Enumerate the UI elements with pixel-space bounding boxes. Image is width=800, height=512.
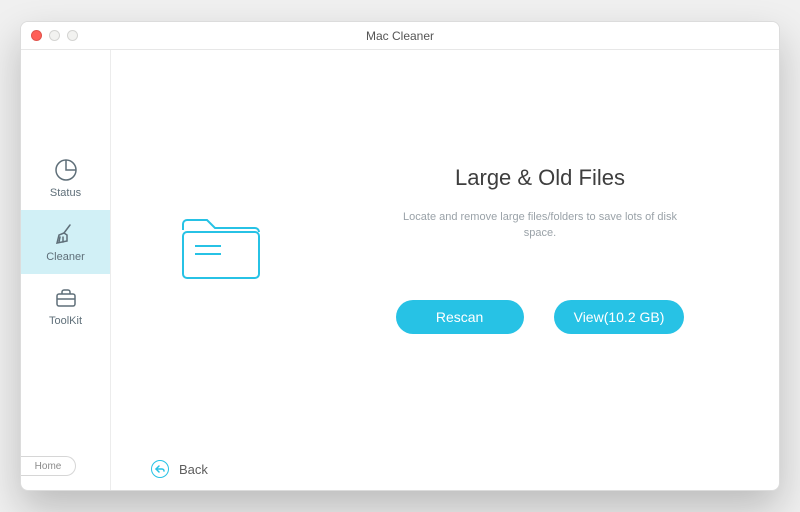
sidebar-item-status[interactable]: Status [21,146,110,210]
sidebar-item-cleaner[interactable]: Cleaner [21,210,110,274]
footer-nav: Back [111,448,779,490]
back-button[interactable]: Back [179,462,208,477]
folder-icon [177,214,265,284]
stage: Large & Old Files Locate and remove larg… [111,50,779,448]
page-description: Locate and remove large files/folders to… [400,209,680,242]
briefcase-icon [53,285,79,311]
home-label: Home [35,461,62,472]
window-title: Mac Cleaner [366,29,434,43]
info-column: Large & Old Files Locate and remove larg… [331,50,779,448]
traffic-lights [31,30,78,41]
sidebar: Status Cleaner [21,50,111,490]
zoom-icon[interactable] [67,30,78,41]
sidebar-item-label: Status [50,187,81,199]
sidebar-item-label: ToolKit [49,315,82,327]
pie-chart-icon [53,157,79,183]
page-title: Large & Old Files [455,165,625,191]
sidebar-item-label: Cleaner [46,251,85,263]
back-icon[interactable] [151,460,169,478]
app-body: Status Cleaner [21,50,779,490]
titlebar: Mac Cleaner [21,22,779,50]
minimize-icon[interactable] [49,30,60,41]
app-window: Mac Cleaner Status [20,21,780,491]
rescan-button[interactable]: Rescan [396,300,524,334]
sidebar-item-toolkit[interactable]: ToolKit [21,274,110,338]
close-icon[interactable] [31,30,42,41]
content-area: Large & Old Files Locate and remove larg… [111,50,779,490]
view-button[interactable]: View(10.2 GB) [554,300,685,334]
broom-icon [53,221,79,247]
home-button[interactable]: Home [20,456,76,476]
action-buttons: Rescan View(10.2 GB) [396,300,685,334]
illustration-column [111,50,331,448]
